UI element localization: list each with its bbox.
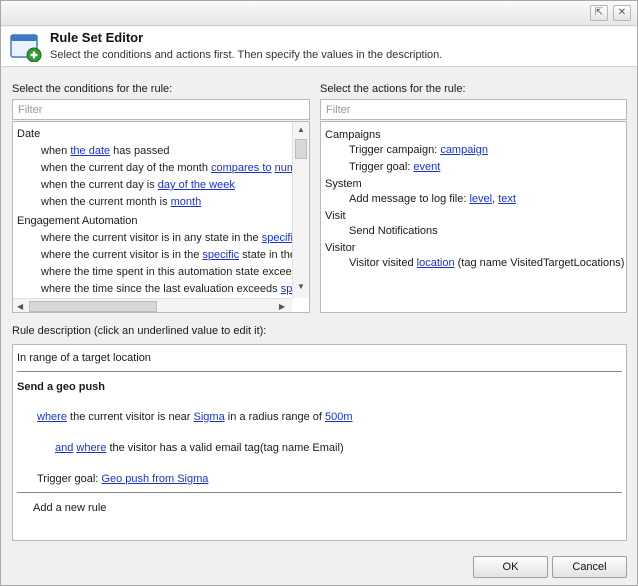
action-link[interactable]: text bbox=[498, 193, 516, 205]
action-group-visitor: Visitor bbox=[325, 242, 356, 254]
rule-condition-line: where the current visitor is near Sigma … bbox=[37, 411, 353, 423]
action-group-visit: Visit bbox=[325, 210, 346, 222]
scroll-down-icon[interactable]: ▼ bbox=[297, 282, 305, 291]
actions-label: Select the actions for the rule: bbox=[320, 83, 466, 95]
rule-action-line: Trigger goal: Geo push from Sigma bbox=[37, 473, 209, 485]
condition-link[interactable]: num bbox=[275, 162, 293, 174]
conditions-list: Date when the date has passed when the c… bbox=[12, 121, 310, 313]
action-item[interactable]: Send Notifications bbox=[325, 224, 624, 239]
condition-item[interactable]: when the current day is day of the week bbox=[17, 178, 293, 193]
scroll-up-icon[interactable]: ▲ bbox=[297, 125, 305, 134]
condition-link[interactable]: month bbox=[171, 196, 202, 208]
conditions-horizontal-scrollbar[interactable]: ◀ ▶ bbox=[13, 298, 292, 312]
action-link[interactable]: campaign bbox=[440, 144, 488, 156]
condition-item[interactable]: when the date has passed bbox=[17, 144, 293, 159]
action-item[interactable]: Trigger campaign: campaign bbox=[325, 143, 624, 158]
condition-link[interactable]: day of the week bbox=[158, 179, 235, 191]
rule-title: Send a geo push bbox=[17, 381, 106, 393]
scroll-left-icon[interactable]: ◀ bbox=[17, 302, 23, 311]
condition-item[interactable]: where the current visitor is in any stat… bbox=[17, 231, 293, 246]
action-link[interactable]: event bbox=[413, 161, 440, 173]
cancel-button[interactable]: Cancel bbox=[552, 556, 627, 578]
condition-group-engagement: Engagement Automation bbox=[17, 215, 138, 227]
radius-link[interactable]: 500m bbox=[325, 411, 353, 423]
condition-item[interactable]: when the current month is month bbox=[17, 195, 293, 210]
and-link[interactable]: and bbox=[55, 442, 73, 454]
where-link[interactable]: where bbox=[37, 411, 67, 423]
action-group-system: System bbox=[325, 178, 362, 190]
ok-button[interactable]: OK bbox=[473, 556, 548, 578]
rule-condition-line: and where the visitor has a valid email … bbox=[55, 442, 344, 454]
conditions-filter-input[interactable] bbox=[12, 99, 310, 120]
window-add-icon bbox=[10, 34, 42, 62]
close-icon[interactable]: ✕ bbox=[613, 5, 631, 21]
title-bar: ⇱ ✕ bbox=[1, 1, 637, 26]
rule-description-panel: In range of a target location Send a geo… bbox=[12, 344, 627, 541]
restore-icon[interactable]: ⇱ bbox=[590, 5, 608, 21]
condition-group-date: Date bbox=[17, 128, 41, 140]
divider bbox=[17, 492, 622, 493]
condition-link[interactable]: the date bbox=[70, 145, 110, 157]
action-item[interactable]: Add message to log file: level, text bbox=[325, 192, 624, 207]
condition-item[interactable]: when the current day of the month compar… bbox=[17, 161, 293, 176]
where-link[interactable]: where bbox=[76, 442, 106, 454]
horizontal-scroll-thumb[interactable] bbox=[29, 301, 157, 312]
condition-item[interactable]: where the time spent in this automation … bbox=[17, 265, 293, 280]
action-link[interactable]: location bbox=[417, 257, 455, 269]
goal-link[interactable]: Geo push from Sigma bbox=[101, 473, 208, 485]
add-new-rule-link[interactable]: Add a new rule bbox=[33, 502, 106, 514]
vertical-scroll-thumb[interactable] bbox=[295, 139, 307, 159]
condition-link[interactable]: specifi bbox=[262, 232, 293, 244]
actions-list: Campaigns Trigger campaign: campaign Tri… bbox=[320, 121, 627, 313]
conditions-vertical-scrollbar[interactable]: ▲ ▼ bbox=[292, 122, 309, 298]
action-item[interactable]: Trigger goal: event bbox=[325, 160, 624, 175]
rule-set-editor-dialog: ⇱ ✕ Rule Set Editor Select the condition… bbox=[0, 0, 638, 586]
action-group-campaigns: Campaigns bbox=[325, 129, 381, 141]
condition-link[interactable]: compares to bbox=[211, 162, 272, 174]
dialog-header: Rule Set Editor Select the conditions an… bbox=[1, 27, 637, 67]
rule-name[interactable]: In range of a target location bbox=[17, 352, 151, 364]
dialog-subtitle: Select the conditions and actions first.… bbox=[50, 49, 443, 61]
actions-filter-input[interactable] bbox=[320, 99, 627, 120]
location-link[interactable]: Sigma bbox=[194, 411, 225, 423]
conditions-label: Select the conditions for the rule: bbox=[12, 83, 173, 95]
condition-link[interactable]: specific bbox=[202, 249, 239, 261]
dialog-title: Rule Set Editor bbox=[50, 30, 144, 45]
scroll-right-icon[interactable]: ▶ bbox=[279, 302, 285, 311]
action-link[interactable]: level bbox=[469, 193, 492, 205]
action-item[interactable]: Visitor visited location (tag name Visit… bbox=[325, 256, 624, 271]
condition-item[interactable]: where the current visitor is in the spec… bbox=[17, 248, 293, 263]
rule-description-label: Rule description (click an underlined va… bbox=[12, 325, 267, 337]
condition-item[interactable]: where the time since the last evaluation… bbox=[17, 282, 293, 297]
divider bbox=[17, 371, 622, 372]
